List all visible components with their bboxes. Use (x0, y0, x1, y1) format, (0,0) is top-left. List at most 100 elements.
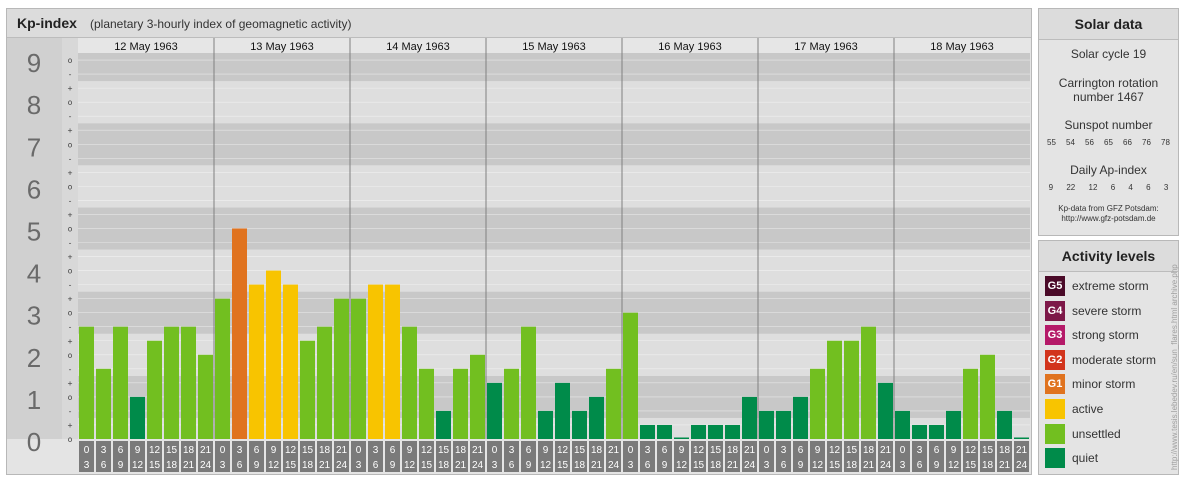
interval-end-label: 6 (509, 460, 515, 471)
kp-bar (912, 424, 927, 439)
chart-subtitle: (planetary 3-hourly index of geomagnetic… (90, 17, 352, 31)
interval-end-label: 24 (880, 460, 892, 471)
interval-start-label: 12 (965, 445, 977, 456)
y-subtick-label: - (68, 281, 73, 290)
legend-item-extreme-storm: G5 extreme storm (1045, 276, 1175, 296)
ap-value-1: 22 (1066, 183, 1076, 192)
kp-bar (249, 284, 264, 439)
kp-bar (827, 340, 842, 439)
interval-end-label: 9 (254, 460, 260, 471)
interval-end-label: 15 (149, 460, 161, 471)
y-subtick-label: - (68, 365, 73, 374)
legend-item-minor-storm: G1 minor storm (1045, 374, 1175, 395)
kp-bar (844, 340, 859, 439)
interval-start-label: 9 (543, 445, 549, 456)
interval-start-label: 6 (526, 445, 532, 456)
sunspot-number-2: 56 (1085, 138, 1094, 147)
interval-start-label: 6 (934, 445, 940, 456)
interval-end-label: 9 (662, 460, 668, 471)
interval-end-label: 15 (693, 460, 705, 471)
interval-end-label: 12 (540, 460, 552, 471)
kp-bar (487, 382, 502, 439)
interval-end-label: 24 (336, 460, 348, 471)
interval-start-label: 12 (421, 445, 433, 456)
y-subtick-label: + (68, 337, 73, 346)
kp-bar (164, 326, 179, 439)
interval-start-label: 21 (200, 445, 212, 456)
carrington-rotation-line2: number 1467 (1073, 90, 1144, 104)
interval-end-label: 21 (319, 460, 331, 471)
interval-start-label: 15 (438, 445, 450, 456)
interval-end-label: 15 (285, 460, 297, 471)
y-tick-label-2: 2 (27, 343, 41, 373)
interval-end-label: 12 (132, 460, 144, 471)
interval-end-label: 18 (166, 460, 178, 471)
y-subtick-label: - (68, 112, 73, 121)
interval-end-label: 12 (404, 460, 416, 471)
interval-start-label: 9 (679, 445, 685, 456)
y-subtick-label: - (68, 407, 73, 416)
solar-data-panel: Solar data Solar cycle 19 Carrington rot… (1038, 8, 1179, 236)
y-subtick-label: - (68, 239, 73, 248)
y-subtick-label: + (68, 295, 73, 304)
interval-end-label: 3 (628, 460, 634, 471)
chart-title-bar: Kp-index (planetary 3-hourly index of ge… (7, 9, 1031, 38)
interval-start-label: 6 (118, 445, 124, 456)
interval-start-label: 3 (781, 445, 787, 456)
interval-start-label: 0 (900, 445, 906, 456)
kp-bar (351, 298, 366, 439)
sunspot-number-5: 76 (1142, 138, 1151, 147)
day-label: 15 May 1963 (522, 41, 586, 53)
kp-bar (946, 410, 961, 439)
kp-bar (521, 326, 536, 439)
legend-label: minor storm (1072, 377, 1136, 392)
sunspot-numbers: 55 54 56 65 66 76 78 (1042, 138, 1175, 147)
ap-value-5: 6 (1146, 183, 1151, 192)
day-label: 18 May 1963 (930, 41, 994, 53)
interval-start-label: 21 (336, 445, 348, 456)
legend-label: active (1072, 402, 1104, 416)
interval-end-label: 12 (676, 460, 688, 471)
interval-end-label: 21 (999, 460, 1011, 471)
interval-end-label: 3 (84, 460, 90, 471)
interval-start-label: 21 (472, 445, 484, 456)
ap-value-6: 3 (1163, 183, 1169, 192)
interval-end-label: 24 (200, 460, 212, 471)
kp-bar (572, 410, 587, 439)
interval-end-label: 15 (557, 460, 569, 471)
legend-item-moderate-storm: G2 moderate storm (1045, 349, 1175, 370)
kp-bar (368, 284, 383, 439)
kp-bar (929, 424, 944, 439)
interval-end-label: 24 (1016, 460, 1028, 471)
legend-item-strong-storm: G3 strong storm (1045, 325, 1175, 346)
y-subtick-label: o (68, 309, 73, 318)
kp-chart: 0123456789o+-o+-o+-o+-o+-o+-o+-o+-o+-o12… (7, 37, 1030, 474)
legend-label: extreme storm (1072, 279, 1149, 293)
y-subtick-label: o (68, 435, 73, 444)
interval-end-label: 21 (863, 460, 875, 471)
interval-start-label: 18 (183, 445, 195, 456)
y-tick-label-5: 5 (27, 216, 41, 246)
kp-bar (79, 326, 94, 439)
sunspot-label: Sunspot number (1064, 118, 1153, 132)
interval-start-label: 18 (999, 445, 1011, 456)
interval-start-label: 21 (744, 445, 756, 456)
interval-end-label: 18 (302, 460, 314, 471)
legend-swatch: G4 (1045, 300, 1065, 321)
interval-start-label: 15 (166, 445, 178, 456)
interval-end-label: 6 (645, 460, 651, 471)
y-subtick-label: o (68, 224, 73, 233)
kp-bar (504, 368, 519, 439)
interval-start-label: 12 (557, 445, 569, 456)
kp-bar (130, 396, 145, 439)
interval-start-label: 15 (302, 445, 314, 456)
y-tick-label-4: 4 (27, 259, 41, 289)
y-subtick-label: o (68, 140, 73, 149)
credit-link[interactable]: http://www.gfz-potsdam.de (1039, 214, 1178, 223)
legend-swatch (1045, 448, 1065, 469)
interval-start-label: 3 (101, 445, 107, 456)
kp-bar (589, 396, 604, 439)
legend-swatch: G1 (1045, 374, 1065, 395)
kp-bar (810, 368, 825, 439)
y-tick-label-8: 8 (27, 90, 41, 120)
